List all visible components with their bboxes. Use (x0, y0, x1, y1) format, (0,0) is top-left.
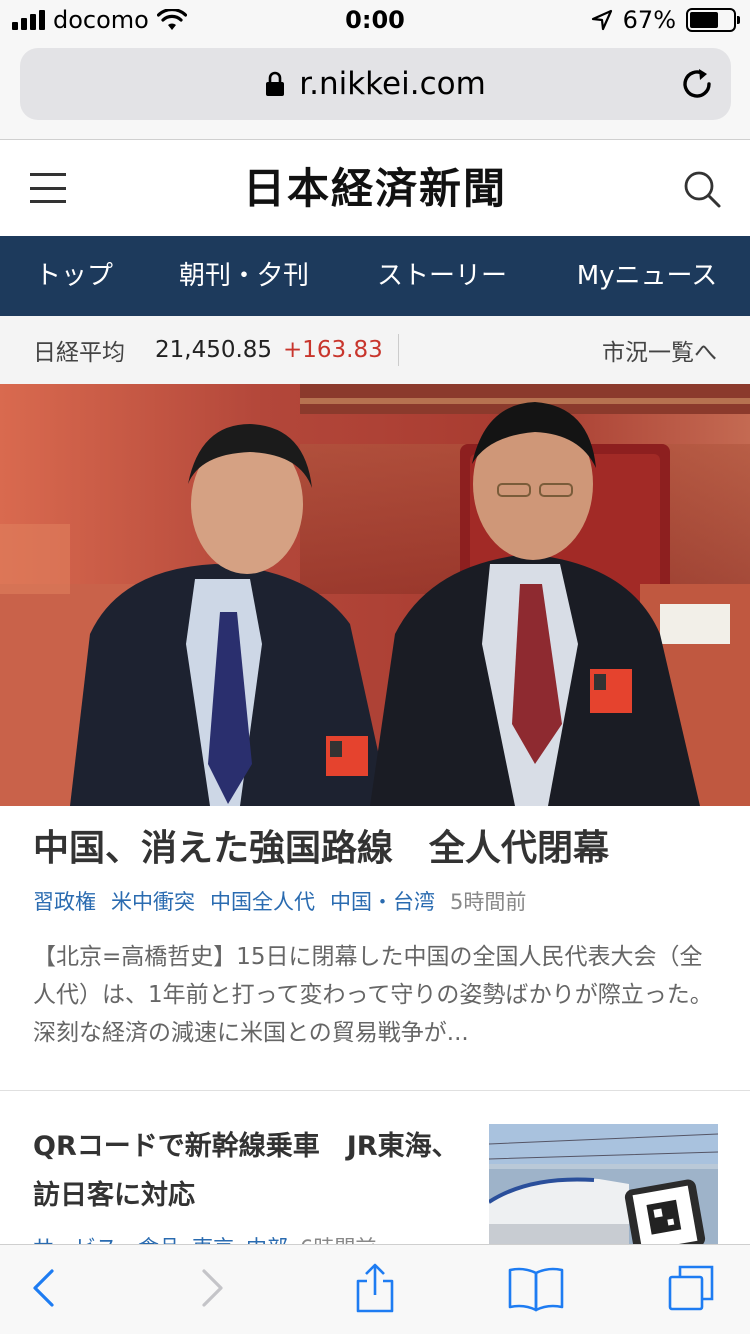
search-icon[interactable] (682, 169, 722, 209)
site-header: 日本経済新聞 (0, 141, 750, 236)
status-right: 67% (591, 4, 740, 36)
hero-image (0, 384, 750, 806)
article-headline[interactable]: QRコードで新幹線乗車 JR東海、訪日客に対応 (33, 1122, 463, 1220)
nav-item-top[interactable]: トップ (0, 236, 148, 316)
address-bar[interactable]: r.nikkei.com (20, 48, 731, 120)
bookmarks-icon[interactable] (506, 1263, 566, 1313)
nav-item-paper-edition[interactable]: 朝刊・夕刊 (148, 236, 340, 316)
index-label: 日経平均 (33, 340, 125, 366)
main-nav: トップ 朝刊・夕刊 ストーリー Myニュース (0, 236, 750, 316)
share-icon[interactable] (350, 1263, 400, 1313)
index-value: 21,450.85 (155, 337, 273, 363)
article-tags: 習政権 米中衝突 中国全人代 中国・台湾 5時間前 (33, 886, 526, 918)
battery-level (690, 12, 719, 28)
tag-link[interactable]: 中国全人代 (210, 886, 315, 918)
index-change: +163.83 (283, 337, 383, 363)
article-time: 5時間前 (450, 890, 527, 914)
lock-icon (266, 71, 285, 96)
market-ticker: 日経平均 21,450.85 +163.83 市況一覧へ (0, 316, 750, 384)
status-bar: docomo 0:00 67% (0, 0, 750, 40)
reload-icon[interactable] (679, 66, 715, 102)
market-overview-link[interactable]: 市況一覧へ (602, 333, 717, 367)
article-card[interactable]: 中国、消えた強国路線 全人代閉幕 習政権 米中衝突 中国全人代 中国・台湾 5時… (0, 806, 750, 1091)
tabs-icon[interactable] (666, 1263, 716, 1313)
location-arrow-icon (591, 9, 612, 31)
browser-chrome: r.nikkei.com (0, 40, 750, 140)
site-logo[interactable]: 日本経済新聞 (0, 161, 750, 217)
nav-item-my-news[interactable]: Myニュース (544, 236, 750, 316)
browser-toolbar (0, 1244, 750, 1334)
battery-percent: 67% (622, 6, 676, 34)
article-card[interactable]: QRコードで新幹線乗車 JR東海、訪日客に対応 サービス・食品 東京 中部 6時… (0, 1092, 750, 1252)
tag-link[interactable]: 米中衝突 (111, 886, 195, 918)
divider (398, 334, 399, 366)
article-summary: 【北京=高橋哲史】15日に閉幕した中国の全国人民代表大会（全人代）は、1年前と打… (33, 944, 713, 1046)
tag-link[interactable]: 習政権 (33, 886, 96, 918)
url-text: r.nikkei.com (299, 66, 486, 102)
battery-icon (686, 8, 740, 32)
article-thumbnail[interactable] (489, 1124, 718, 1252)
article-headline[interactable]: 中国、消えた強国路線 全人代閉幕 (33, 824, 609, 874)
hero-photo[interactable] (0, 384, 750, 806)
nav-item-story[interactable]: ストーリー (340, 236, 544, 316)
url-group: r.nikkei.com (20, 48, 731, 120)
tag-link[interactable]: 中国・台湾 (330, 886, 435, 918)
back-icon[interactable] (20, 1263, 70, 1313)
forward-icon[interactable] (186, 1263, 236, 1313)
thumbnail-image (489, 1124, 718, 1252)
